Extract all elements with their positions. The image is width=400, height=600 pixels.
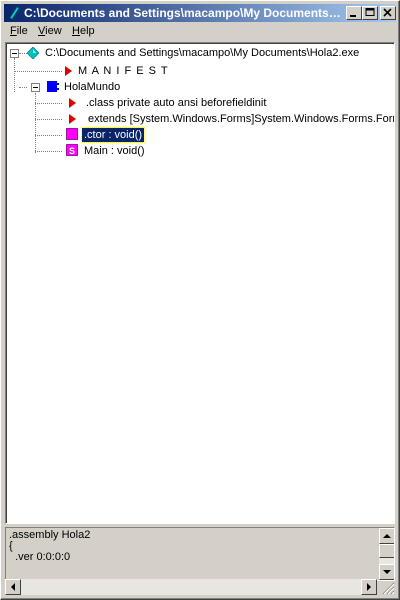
minimize-button[interactable] — [346, 6, 362, 20]
tree-connector — [19, 53, 27, 54]
output-pane[interactable]: .assembly Hola2 { .ver 0:0:0:0 — [5, 527, 395, 581]
tree-node-main[interactable]: Main : void() — [82, 144, 147, 158]
tree-connector — [14, 58, 15, 92]
tree-node-manifest[interactable]: M A N I F E S T — [76, 64, 171, 78]
tree-node-class[interactable]: HolaMundo — [62, 80, 122, 94]
resize-grip-icon[interactable] — [379, 579, 395, 595]
ildasm-app-icon — [9, 6, 20, 20]
scroll-left-button[interactable] — [5, 579, 21, 595]
arrow-down-icon — [383, 570, 391, 574]
tree-connector — [35, 93, 36, 153]
class-info-triangle-icon — [69, 98, 76, 108]
assembly-diamond-icon — [27, 47, 39, 59]
output-horizontal-scrollbar[interactable] — [5, 579, 377, 595]
assembly-tree-view[interactable]: C:\Documents and Settings\macampo\My Doc… — [5, 42, 395, 524]
menu-file[interactable]: File — [10, 25, 28, 37]
arrow-left-icon — [11, 583, 15, 591]
maximize-button[interactable] — [362, 6, 378, 20]
close-button[interactable] — [380, 6, 396, 20]
collapse-root-toggle[interactable] — [10, 49, 19, 58]
manifest-triangle-icon — [65, 66, 72, 76]
collapse-class-toggle[interactable] — [31, 83, 40, 92]
window-title: C:\Documents and Settings\macampo\My Doc… — [24, 6, 342, 20]
output-text: .assembly Hola2 { .ver 0:0:0:0 — [9, 529, 91, 563]
tree-connector — [35, 135, 62, 136]
tree-node-extends[interactable]: extends [System.Windows.Forms]System.Win… — [86, 112, 394, 126]
scroll-thumb[interactable] — [379, 544, 394, 558]
static-method-icon: S — [66, 144, 78, 156]
tree-connector — [35, 151, 62, 152]
scroll-right-button[interactable] — [361, 579, 377, 595]
tree-connector — [35, 103, 62, 104]
output-vertical-scrollbar[interactable] — [379, 528, 394, 580]
arrow-up-icon — [383, 534, 391, 538]
title-bar[interactable]: C:\Documents and Settings\macampo\My Doc… — [4, 4, 396, 22]
tree-node-ctor[interactable]: .ctor : void() — [80, 127, 146, 143]
scroll-down-button[interactable] — [379, 564, 394, 580]
menu-view[interactable]: View — [38, 25, 62, 37]
extends-triangle-icon — [69, 114, 76, 124]
tree-node-class-directive[interactable]: .class private auto ansi beforefieldinit — [84, 96, 268, 110]
app-window: C:\Documents and Settings\macampo\My Doc… — [0, 0, 400, 600]
menu-help[interactable]: Help — [72, 25, 95, 37]
minimize-icon — [350, 15, 356, 17]
tree-connector — [19, 87, 27, 88]
tree-connector — [35, 119, 62, 120]
menu-bar: File View Help — [4, 23, 396, 41]
scroll-up-button[interactable] — [379, 528, 394, 544]
close-icon — [383, 8, 392, 17]
method-icon — [66, 128, 78, 140]
tree-connector — [14, 71, 62, 72]
tree-node-root[interactable]: C:\Documents and Settings\macampo\My Doc… — [43, 46, 361, 60]
class-icon — [47, 81, 59, 92]
maximize-icon — [365, 8, 375, 16]
arrow-right-icon — [367, 583, 371, 591]
svg-text:S: S — [69, 146, 75, 156]
